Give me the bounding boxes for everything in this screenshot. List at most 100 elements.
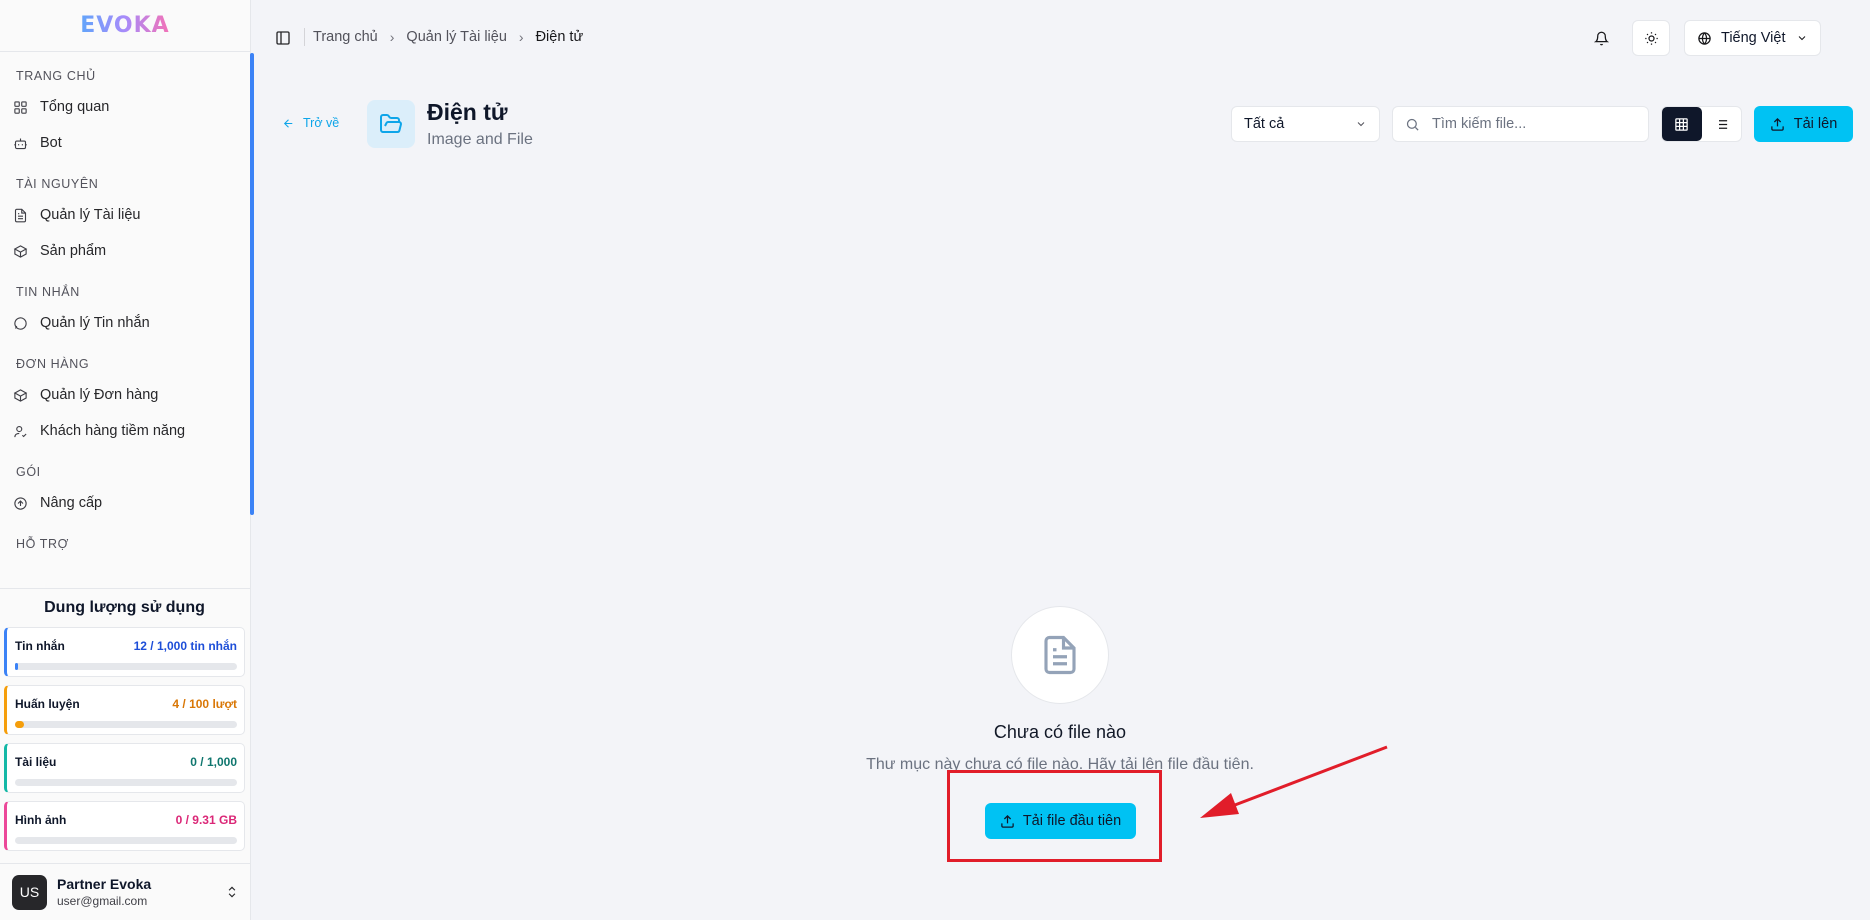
breadcrumb-current: Điện tử: [535, 29, 584, 45]
sidebar-item-tong-quan[interactable]: Tổng quan: [0, 89, 247, 125]
section-label: TÀI NGUYÊN: [16, 177, 99, 191]
search-box: [1392, 106, 1649, 142]
usage-card-training: Huấn luyện 4 / 100 lượt: [4, 685, 245, 735]
usage-bar: [15, 837, 237, 844]
divider: [304, 28, 305, 46]
sidebar-item-quan-ly-tai-lieu[interactable]: Quản lý Tài liệu: [0, 197, 247, 233]
breadcrumb-documents[interactable]: Quản lý Tài liệu: [406, 29, 506, 45]
sidebar-toggle-icon[interactable]: [275, 30, 291, 46]
sidebar-item-nang-cap[interactable]: Nâng cấp: [0, 485, 247, 521]
search-input[interactable]: [1432, 116, 1632, 132]
type-filter-select[interactable]: Tất cả: [1231, 106, 1380, 142]
usage-bar-fill: [15, 721, 24, 728]
globe-icon: [1698, 31, 1711, 45]
page-subtitle: Image and File: [427, 131, 533, 148]
usage-bar: [15, 663, 237, 670]
usage-label: Huấn luyện: [15, 697, 80, 711]
sidebar-item-label: Sản phẩm: [40, 243, 107, 259]
usage-card-messages: Tin nhắn 12 / 1,000 tin nhắn: [4, 627, 245, 677]
chevron-down-icon: [1357, 122, 1365, 127]
sidebar-item-label: Quản lý Tài liệu: [40, 207, 141, 223]
usage-label: Tin nhắn: [15, 639, 65, 653]
notifications-button[interactable]: [1582, 20, 1620, 56]
list-view-button[interactable]: [1702, 107, 1742, 141]
box-icon: [13, 244, 28, 258]
usage-label: Hình ảnh: [15, 813, 67, 827]
grid-view-button[interactable]: [1662, 107, 1702, 141]
upload-button[interactable]: Tải lên: [1754, 106, 1853, 142]
sidebar-item-label: Quản lý Tin nhắn: [40, 315, 150, 331]
folder-badge: [367, 100, 415, 148]
section-label: TIN NHẮN: [16, 285, 80, 299]
chevron-down-icon: [1798, 36, 1805, 41]
user-icon: [14, 425, 27, 437]
usage-value: 0 / 1,000: [190, 755, 237, 769]
sun-icon: [1644, 31, 1658, 45]
language-select[interactable]: Tiếng Việt: [1684, 20, 1821, 56]
chat-icon: [14, 316, 27, 330]
sidebar-item-quan-ly-don-hang[interactable]: Quản lý Đơn hàng: [0, 377, 247, 413]
box-icon: [13, 388, 28, 402]
user-menu[interactable]: US Partner Evoka user@gmail.com: [0, 863, 251, 920]
sidebar-item-san-pham[interactable]: Sản phẩm: [0, 233, 247, 269]
usage-bar-fill: [15, 663, 18, 670]
language-label: Tiếng Việt: [1721, 30, 1786, 46]
usage-card-documents: Tài liệu 0 / 1,000: [4, 743, 245, 793]
section-label: TRANG CHỦ: [16, 69, 96, 83]
filter-value: Tất cả: [1244, 116, 1285, 132]
sidebar-item-khach-hang-tiem-nang[interactable]: Khách hàng tiềm năng: [0, 413, 247, 449]
chevrons-up-down-icon: [228, 886, 236, 898]
chevron-right-icon: ›: [389, 29, 395, 45]
bell-icon: [1593, 31, 1609, 45]
usage-card-images: Hình ảnh 0 / 9.31 GB: [4, 801, 245, 851]
search-icon: [1406, 118, 1419, 131]
back-label: Trở về: [303, 116, 340, 130]
back-link[interactable]: Trở về: [282, 116, 339, 130]
theme-toggle-button[interactable]: [1632, 20, 1670, 56]
user-email: user@gmail.com: [57, 894, 148, 908]
usage-value: 0 / 9.31 GB: [175, 813, 237, 827]
section-label: ĐƠN HÀNG: [16, 357, 90, 371]
arrow-left-icon: [283, 118, 293, 128]
file-text-icon: [1044, 635, 1076, 675]
list-icon: [1715, 119, 1727, 129]
sidebar-nav: TRANG CHỦ Tổng quan Bot TÀI NGUYÊN Quản …: [0, 53, 247, 586]
usage-bar: [15, 721, 237, 728]
file-icon: [14, 208, 27, 222]
sidebar-item-label: Tổng quan: [40, 99, 110, 115]
usage-title: Dung lượng sử dụng: [44, 599, 205, 616]
sidebar-item-label: Quản lý Đơn hàng: [40, 387, 159, 403]
page-title: Điện tử: [427, 99, 508, 125]
sidebar-scrollbar[interactable]: [250, 53, 254, 515]
bot-icon: [14, 138, 27, 149]
upload-icon: [1770, 117, 1784, 131]
sidebar: EVOKA TRANG CHỦ Tổng quan Bot TÀI NGUYÊN…: [0, 0, 254, 920]
sidebar-item-quan-ly-tin-nhan[interactable]: Quản lý Tin nhắn: [0, 305, 247, 341]
upload-label: Tải lên: [1793, 116, 1838, 132]
annotation-arrow: [1200, 745, 1388, 818]
sidebar-item-label: Bot: [40, 135, 62, 151]
breadcrumb-home[interactable]: Trang chủ: [313, 29, 378, 45]
grid-icon: [1675, 117, 1688, 131]
empty-state-illustration: [1011, 606, 1109, 704]
view-toggle: [1661, 106, 1742, 142]
grid-icon: [14, 100, 27, 114]
topbar: Trang chủ › Quản lý Tài liệu › Điện tử T…: [252, 0, 1870, 76]
breadcrumb: Trang chủ › Quản lý Tài liệu › Điện tử: [313, 29, 583, 45]
usage-panel: Dung lượng sử dụng Tin nhắn 12 / 1,000 t…: [0, 588, 251, 860]
usage-value: 4 / 100 lượt: [172, 697, 237, 711]
logo[interactable]: EVOKA: [0, 0, 250, 52]
avatar: US: [12, 874, 47, 910]
folder-open-icon: [380, 114, 402, 133]
usage-value: 12 / 1,000 tin nhắn: [133, 639, 237, 653]
usage-bar: [15, 779, 237, 786]
user-name: Partner Evoka: [57, 876, 152, 892]
sidebar-item-label: Khách hàng tiềm năng: [40, 423, 186, 439]
chevron-right-icon: ›: [518, 29, 524, 45]
sidebar-item-label: Nâng cấp: [40, 495, 103, 511]
sidebar-item-bot[interactable]: Bot: [0, 125, 247, 161]
annotation-highlight-box: [947, 770, 1162, 862]
section-label: HỖ TRỢ: [16, 537, 69, 551]
usage-label: Tài liệu: [15, 755, 57, 769]
section-label: GÓI: [16, 465, 41, 479]
